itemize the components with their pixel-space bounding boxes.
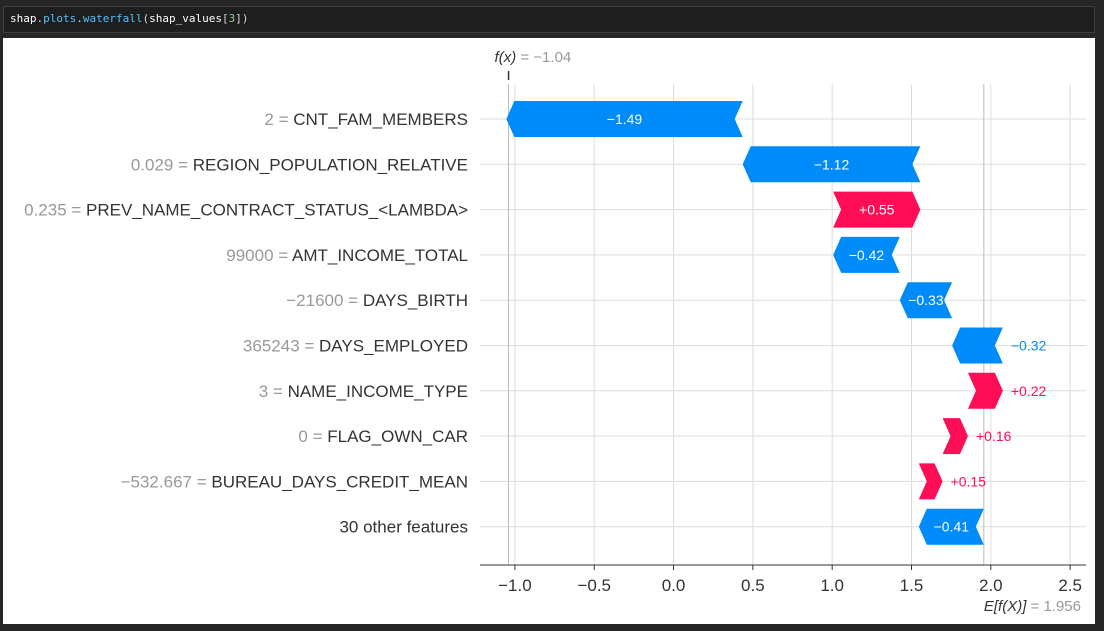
feature-label: 0.235 = PREV_NAME_CONTRACT_STATUS_<LAMBD… — [24, 201, 468, 220]
bar-value-label: −0.33 — [908, 292, 944, 308]
feature-name: NAME_INCOME_TYPE — [288, 382, 468, 401]
feature-label: −532.667 = BUREAU_DAYS_CREDIT_MEAN — [121, 472, 468, 491]
feature-value: 365243 = — [243, 337, 319, 356]
feature-name: CNT_FAM_MEMBERS — [293, 110, 468, 129]
x-tick-label: −0.5 — [577, 576, 611, 595]
code-token-paren: ) — [241, 12, 249, 25]
x-tick-label: 1.5 — [900, 576, 924, 595]
feature-label: 2 = CNT_FAM_MEMBERS — [264, 110, 468, 129]
feature-name: DAYS_EMPLOYED — [319, 337, 468, 356]
feature-value: 0.235 = — [24, 201, 86, 220]
waterfall-chart: −1.49 2 = CNT_FAM_MEMBERS −1.12 0.029 = REG… — [24, 49, 1086, 615]
fx-annotation: f(x) = −1.04 — [495, 49, 572, 66]
feature-name: REGION_POPULATION_RELATIVE — [193, 155, 468, 174]
bar-value-label: −1.12 — [814, 156, 850, 172]
feature-name: 30 other features — [339, 518, 468, 537]
x-tick-label: 0.5 — [741, 576, 765, 595]
feature-label: 30 other features — [339, 518, 468, 537]
bar-value-label: −0.41 — [934, 519, 970, 535]
ex-label: E[f(X)] — [984, 598, 1031, 615]
bar-value-label: −0.32 — [1011, 338, 1047, 354]
code-token-waterfall: waterfall — [82, 12, 143, 25]
feature-value: 0.029 = — [131, 155, 193, 174]
feature-value: 2 = — [264, 110, 293, 129]
code-line: shap.plots.waterfall(shap_values[3]) — [10, 12, 248, 25]
feature-value: 99000 = — [226, 246, 292, 265]
code-token-module: shap — [10, 12, 37, 25]
feature-label: 365243 = DAYS_EMPLOYED — [243, 337, 468, 356]
code-input[interactable]: shap.plots.waterfall(shap_values[3]) — [3, 6, 1095, 33]
x-tick-label: 2.5 — [1058, 576, 1082, 595]
feature-name: AMT_INCOME_TOTAL — [292, 246, 468, 265]
cell-output: −1.49 2 = CNT_FAM_MEMBERS −1.12 0.029 = REG… — [3, 38, 1095, 624]
fx-label: f(x) — [495, 49, 521, 66]
ex-value: = 1.956 — [1031, 598, 1081, 615]
notebook-cell: shap.plots.waterfall(shap_values[3]) −1.… — [0, 0, 1104, 631]
feature-value: −21600 = — [286, 291, 363, 310]
feature-label: 3 = NAME_INCOME_TYPE — [259, 382, 468, 401]
code-token-dot: . — [76, 12, 83, 25]
feature-label: −21600 = DAYS_BIRTH — [286, 291, 468, 310]
bar-value-label: +0.15 — [951, 473, 987, 489]
feature-label: 99000 = AMT_INCOME_TOTAL — [226, 246, 468, 265]
feature-name: DAYS_BIRTH — [363, 291, 468, 310]
feature-label: 0 = FLAG_OWN_CAR — [298, 427, 468, 446]
bar-value-label: +0.16 — [976, 428, 1012, 444]
x-tick-label: −1.0 — [498, 576, 532, 595]
bar-value-label: +0.22 — [1011, 383, 1047, 399]
code-token-bracket: ] — [235, 12, 242, 25]
feature-value: −532.667 = — [121, 472, 212, 491]
feature-value: 3 = — [259, 382, 288, 401]
feature-name: FLAG_OWN_CAR — [327, 427, 468, 446]
feature-name: PREV_NAME_CONTRACT_STATUS_<LAMBDA> — [86, 201, 468, 220]
code-token-plots: plots — [43, 12, 77, 25]
code-token-arg: shap_values — [149, 12, 222, 25]
x-tick-label: 1.0 — [820, 576, 844, 595]
x-tick-label: 0.0 — [662, 576, 686, 595]
bar-value-label: +0.55 — [859, 202, 895, 218]
bar-value-label: −1.49 — [607, 111, 643, 127]
feature-label: 0.029 = REGION_POPULATION_RELATIVE — [131, 155, 468, 174]
bar-value-label: −0.42 — [849, 247, 885, 263]
feature-value: 0 = — [298, 427, 327, 446]
fx-value: = −1.04 — [520, 49, 571, 66]
feature-name: BUREAU_DAYS_CREDIT_MEAN — [211, 472, 468, 491]
x-tick-label: 2.0 — [979, 576, 1003, 595]
code-token-bracket: [ — [221, 12, 229, 25]
ex-annotation: E[f(X)] = 1.956 — [984, 598, 1081, 615]
